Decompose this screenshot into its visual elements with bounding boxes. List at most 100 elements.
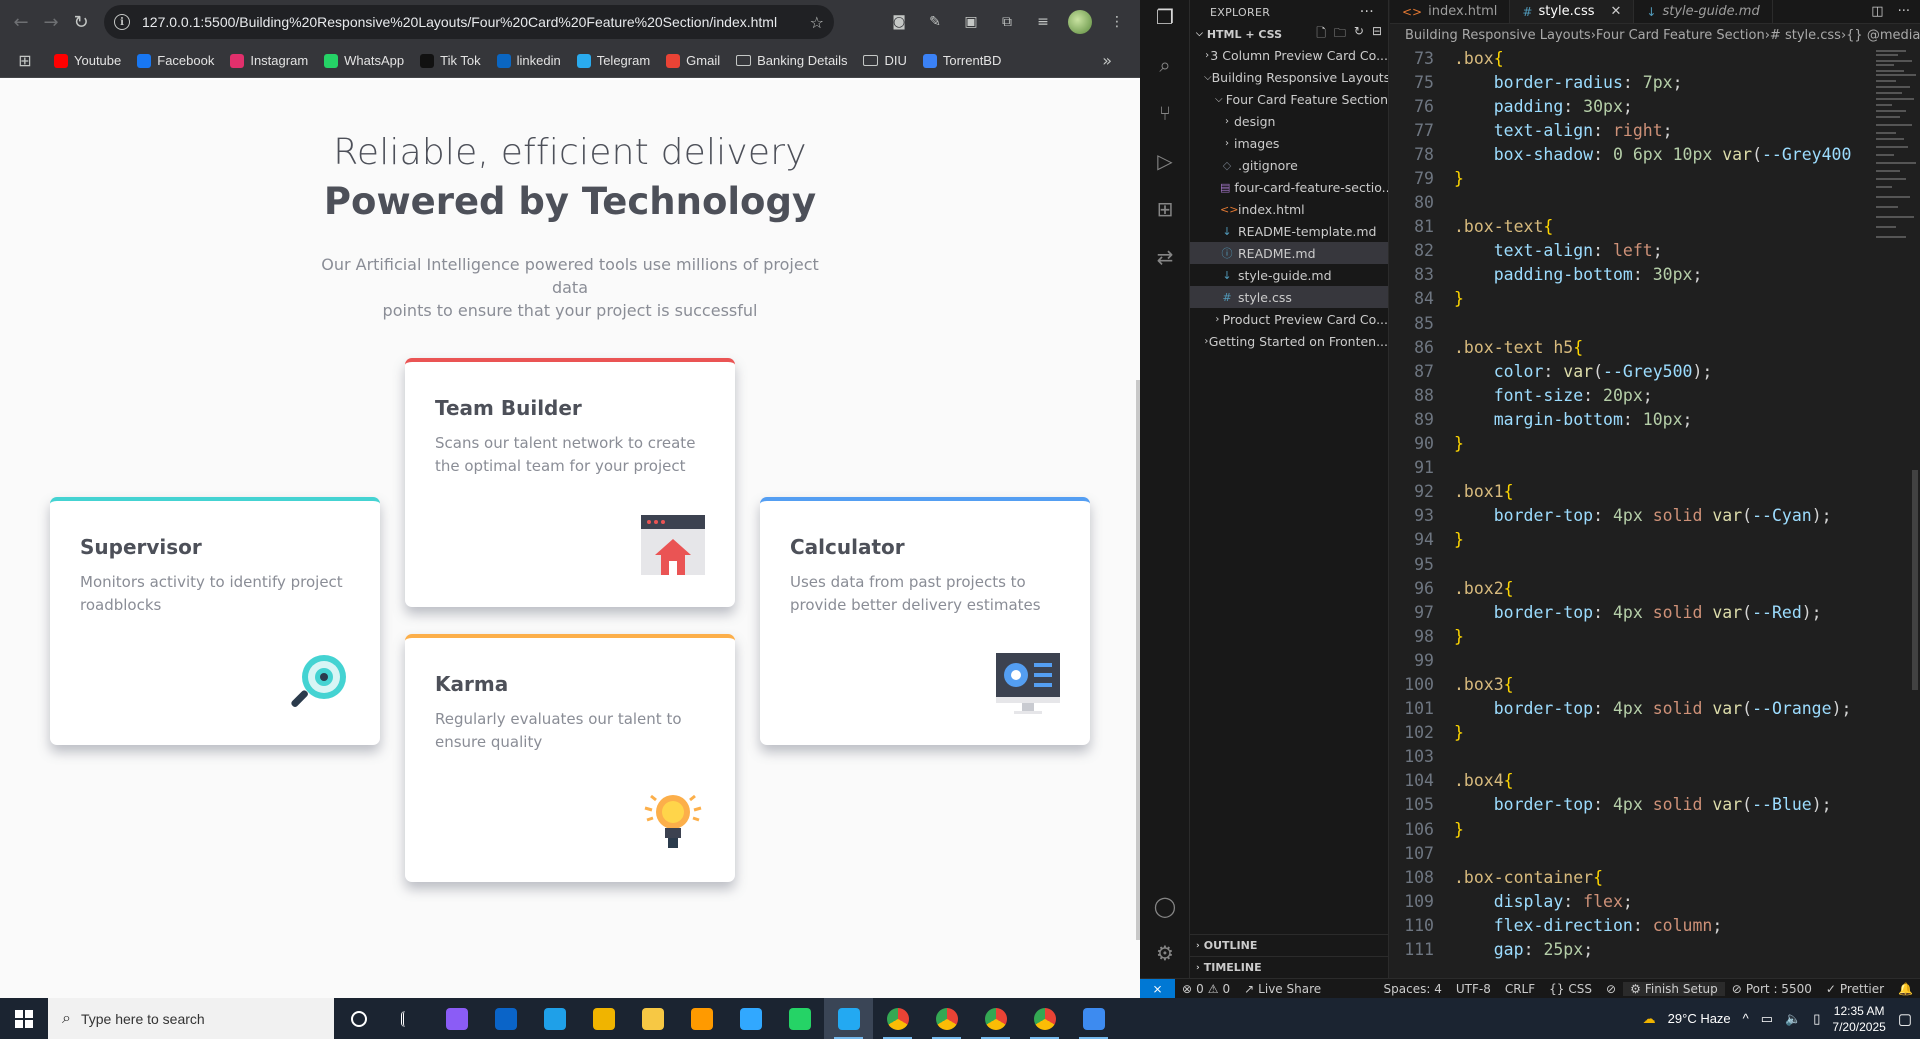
tree-folder[interactable]: › Product Preview Card Co... bbox=[1190, 308, 1388, 330]
problems-status[interactable]: ⊗ 0 ⚠ 0 bbox=[1175, 982, 1237, 996]
url-text[interactable]: 127.0.0.1:5500/Building%20Responsive%20L… bbox=[142, 14, 810, 30]
taskbar-edge[interactable] bbox=[530, 998, 579, 1039]
tree-file[interactable]: ◇ .gitignore bbox=[1190, 154, 1388, 176]
battery-icon[interactable]: ▯ bbox=[1813, 1011, 1820, 1027]
network-icon[interactable]: ▭ bbox=[1761, 1011, 1773, 1027]
new-file-icon[interactable]: 🗋 bbox=[1316, 24, 1326, 45]
code-line[interactable]: 85 bbox=[1390, 311, 1870, 335]
tree-folder[interactable]: ⌵ Building Responsive Layouts bbox=[1190, 66, 1388, 88]
code-line[interactable]: 92 .box1{ bbox=[1390, 480, 1870, 504]
indentation-status[interactable]: Spaces: 4 bbox=[1377, 982, 1449, 996]
code-line[interactable]: 86 .box-text h5{ bbox=[1390, 335, 1870, 359]
tree-folder[interactable]: › design bbox=[1190, 110, 1388, 132]
bookmark-tik-tok[interactable]: Tik Tok bbox=[420, 53, 481, 68]
code-line[interactable]: 108 .box-container{ bbox=[1390, 865, 1870, 889]
settings-gear-icon[interactable]: ⚙ bbox=[1152, 940, 1178, 966]
reading-list-icon[interactable]: ≡ bbox=[1032, 11, 1054, 33]
tab-style-guide-md[interactable]: ↓ style-guide.md bbox=[1634, 0, 1773, 23]
code-line[interactable]: 107 bbox=[1390, 841, 1870, 865]
tree-file[interactable]: # style.css bbox=[1190, 286, 1388, 308]
code-line[interactable]: 82 text-align: left; bbox=[1390, 239, 1870, 263]
forward-icon[interactable]: → bbox=[36, 7, 66, 37]
copilot-status-icon[interactable]: ⊘ bbox=[1599, 982, 1623, 996]
finish-setup-status[interactable]: ⚙ Finish Setup bbox=[1623, 981, 1725, 996]
prettier-status[interactable]: ✓ Prettier bbox=[1819, 982, 1891, 996]
screenshot-icon[interactable]: ◙ bbox=[888, 11, 910, 33]
more-actions-icon[interactable]: ··· bbox=[1360, 4, 1374, 20]
back-icon[interactable]: ← bbox=[6, 7, 36, 37]
explorer-icon[interactable]: ❐ bbox=[1152, 4, 1178, 30]
notification-center-icon[interactable]: ▢ bbox=[1898, 1010, 1912, 1028]
tree-folder[interactable]: › Getting Started on Fronten... bbox=[1190, 330, 1388, 352]
code-line[interactable]: 79} bbox=[1390, 166, 1870, 190]
bookmark-gmail[interactable]: Gmail bbox=[666, 53, 720, 68]
taskbar-illustrator[interactable] bbox=[677, 998, 726, 1039]
taskbar-chrome[interactable] bbox=[873, 998, 922, 1039]
minimap[interactable] bbox=[1872, 46, 1920, 346]
site-info-icon[interactable]: i bbox=[114, 14, 130, 30]
taskbar-chrome-3[interactable] bbox=[971, 998, 1020, 1039]
collapse-all-icon[interactable]: ⊟ bbox=[1372, 24, 1382, 45]
tree-folder[interactable]: › 3 Column Preview Card Co... bbox=[1190, 44, 1388, 66]
taskbar-outlook[interactable] bbox=[481, 998, 530, 1039]
code-line[interactable]: 91 bbox=[1390, 456, 1870, 480]
taskbar-task-view[interactable] bbox=[334, 998, 383, 1039]
bookmark-telegram[interactable]: Telegram bbox=[576, 53, 650, 68]
tree-file[interactable]: ↓ style-guide.md bbox=[1190, 264, 1388, 286]
bookmark-banking-details[interactable]: Banking Details bbox=[736, 53, 847, 68]
code-line[interactable]: 87 color: var(--Grey500); bbox=[1390, 359, 1870, 383]
weather-text[interactable]: 29°C Haze bbox=[1668, 1011, 1731, 1026]
code-line[interactable]: 89 margin-bottom: 10px; bbox=[1390, 407, 1870, 431]
code-line[interactable]: 101 border-top: 4px solid var(--Orange); bbox=[1390, 697, 1870, 721]
breadcrumb-item[interactable]: Four Card Feature Section bbox=[1596, 28, 1765, 43]
tree-folder[interactable]: ⌵ Four Card Feature Section bbox=[1190, 88, 1388, 110]
code-line[interactable]: 84} bbox=[1390, 287, 1870, 311]
tree-file[interactable]: ⓘ README.md bbox=[1190, 242, 1388, 264]
taskbar-photoshop[interactable] bbox=[726, 998, 775, 1039]
code-line[interactable]: 80 bbox=[1390, 191, 1870, 215]
taskbar-vscode[interactable] bbox=[824, 998, 873, 1039]
tab-index-html[interactable]: <> index.html bbox=[1390, 0, 1511, 23]
taskbar-whatsapp[interactable] bbox=[775, 998, 824, 1039]
reload-icon[interactable]: ↻ bbox=[66, 7, 96, 37]
code-line[interactable]: 99 bbox=[1390, 648, 1870, 672]
code-line[interactable]: 97 border-top: 4px solid var(--Red); bbox=[1390, 600, 1870, 624]
editor-more-icon[interactable]: ··· bbox=[1898, 4, 1910, 19]
editor-scrollbar[interactable] bbox=[1912, 470, 1918, 690]
bookmark-linkedin[interactable]: linkedin bbox=[496, 53, 561, 68]
timeline-section[interactable]: › TIMELINE bbox=[1190, 956, 1389, 978]
eol-status[interactable]: CRLF bbox=[1498, 982, 1542, 996]
remote-indicator-icon[interactable]: ⨯ bbox=[1140, 978, 1175, 999]
bookmark-whatsapp[interactable]: WhatsApp bbox=[324, 53, 404, 68]
taskbar-copilot[interactable] bbox=[432, 998, 481, 1039]
taskbar-store[interactable] bbox=[579, 998, 628, 1039]
code-line[interactable]: 98} bbox=[1390, 624, 1870, 648]
live-share-status[interactable]: ↗ Live Share bbox=[1237, 982, 1328, 996]
volume-icon[interactable]: 🔈 bbox=[1785, 1011, 1801, 1027]
code-line[interactable]: 105 border-top: 4px solid var(--Blue); bbox=[1390, 793, 1870, 817]
code-line[interactable]: 94} bbox=[1390, 528, 1870, 552]
remote-explorer-icon[interactable]: ⇄ bbox=[1152, 244, 1178, 270]
start-button[interactable] bbox=[0, 998, 48, 1039]
taskbar-photos[interactable] bbox=[1069, 998, 1118, 1039]
taskbar-file-explorer[interactable] bbox=[628, 998, 677, 1039]
code-line[interactable]: 93 border-top: 4px solid var(--Cyan); bbox=[1390, 504, 1870, 528]
code-line[interactable]: 76 padding: 30px; bbox=[1390, 94, 1870, 118]
code-line[interactable]: 78 box-shadow: 0 6px 10px var(--Grey400 bbox=[1390, 142, 1870, 166]
tree-file[interactable]: ↓ README-template.md bbox=[1190, 220, 1388, 242]
search-icon[interactable]: ⌕ bbox=[1152, 52, 1178, 78]
bookmark-torrentbd[interactable]: TorrentBD bbox=[922, 53, 1001, 68]
code-line[interactable]: 102} bbox=[1390, 721, 1870, 745]
code-line[interactable]: 83 padding-bottom: 30px; bbox=[1390, 263, 1870, 287]
menu-icon[interactable]: ⋮ bbox=[1106, 11, 1128, 33]
tab-style-css[interactable]: # style.css ✕ bbox=[1510, 0, 1635, 23]
bookmark-facebook[interactable]: Facebook bbox=[137, 53, 214, 68]
code-line[interactable]: 77 text-align: right; bbox=[1390, 118, 1870, 142]
code-editor[interactable]: 73 .box{75 border-radius: 7px; 76 padding:… bbox=[1390, 46, 1870, 978]
workspace-section[interactable]: ⌵ HTML + CSS 🗋 🗀 ↻ ⊟ bbox=[1190, 24, 1388, 44]
source-control-icon[interactable]: ⑂ bbox=[1152, 100, 1178, 126]
taskbar-widgets[interactable] bbox=[383, 998, 432, 1039]
clock[interactable]: 12:35 AM 7/20/2025 bbox=[1832, 1003, 1885, 1035]
apps-grid-icon[interactable]: ⊞ bbox=[14, 50, 36, 72]
code-line[interactable]: 111 gap: 25px; bbox=[1390, 937, 1870, 961]
